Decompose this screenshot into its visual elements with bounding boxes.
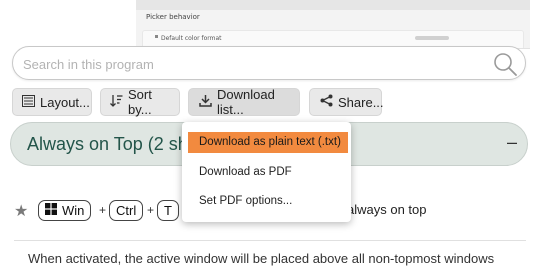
sort-label: Sort by... [128, 87, 152, 117]
search-input[interactable]: Search in this program [12, 46, 526, 80]
screenshot-titlebar [136, 0, 530, 10]
plus-sign: + [147, 203, 155, 217]
download-dropdown-menu: Download as plain text (.txt) Download a… [182, 122, 351, 222]
search-icon[interactable] [491, 50, 519, 83]
search-placeholder: Search in this program [23, 57, 154, 72]
key-t: T [157, 200, 179, 221]
sort-icon [110, 94, 123, 110]
key-ctrl-label: Ctrl [116, 203, 137, 218]
screenshot-row-control [415, 36, 449, 40]
plus-sign: + [99, 203, 107, 217]
sort-button[interactable]: Sort by... [100, 87, 180, 117]
download-list-button[interactable]: Download list... [188, 87, 300, 117]
share-icon [320, 94, 333, 110]
layout-icon [22, 94, 35, 110]
screenshot-row-label: Default color format [161, 35, 222, 42]
key-win: Win [38, 200, 92, 221]
section-title: Always on Top (2 sho [27, 134, 198, 154]
key-t-label: T [164, 203, 172, 218]
screenshot-header: Picker behavior [146, 13, 200, 21]
key-ctrl: Ctrl [109, 200, 144, 221]
shortcut-detail-text: When activated, the active window will b… [28, 251, 495, 266]
favorite-star-icon[interactable]: ★ [14, 201, 28, 221]
share-button[interactable]: Share... [309, 88, 384, 116]
menu-item-download-pdf[interactable]: Download as PDF [188, 162, 348, 183]
layout-label: Layout... [40, 94, 90, 110]
download-list-label: Download list... [217, 87, 275, 117]
key-win-label: Win [62, 203, 85, 218]
windows-logo-icon [45, 203, 57, 218]
menu-item-pdf-options[interactable]: Set PDF options... [188, 191, 348, 212]
divider [14, 240, 526, 241]
shortcut-description: always on top [347, 202, 427, 217]
download-icon [199, 94, 212, 110]
share-label: Share... [338, 94, 384, 110]
embedded-screenshot: Picker behavior Default color format [136, 0, 530, 49]
layout-button[interactable]: Layout... [12, 88, 92, 116]
menu-item-download-txt[interactable]: Download as plain text (.txt) [188, 132, 348, 153]
collapse-icon[interactable]: – [507, 132, 517, 153]
screenshot-row-icon [155, 35, 158, 38]
